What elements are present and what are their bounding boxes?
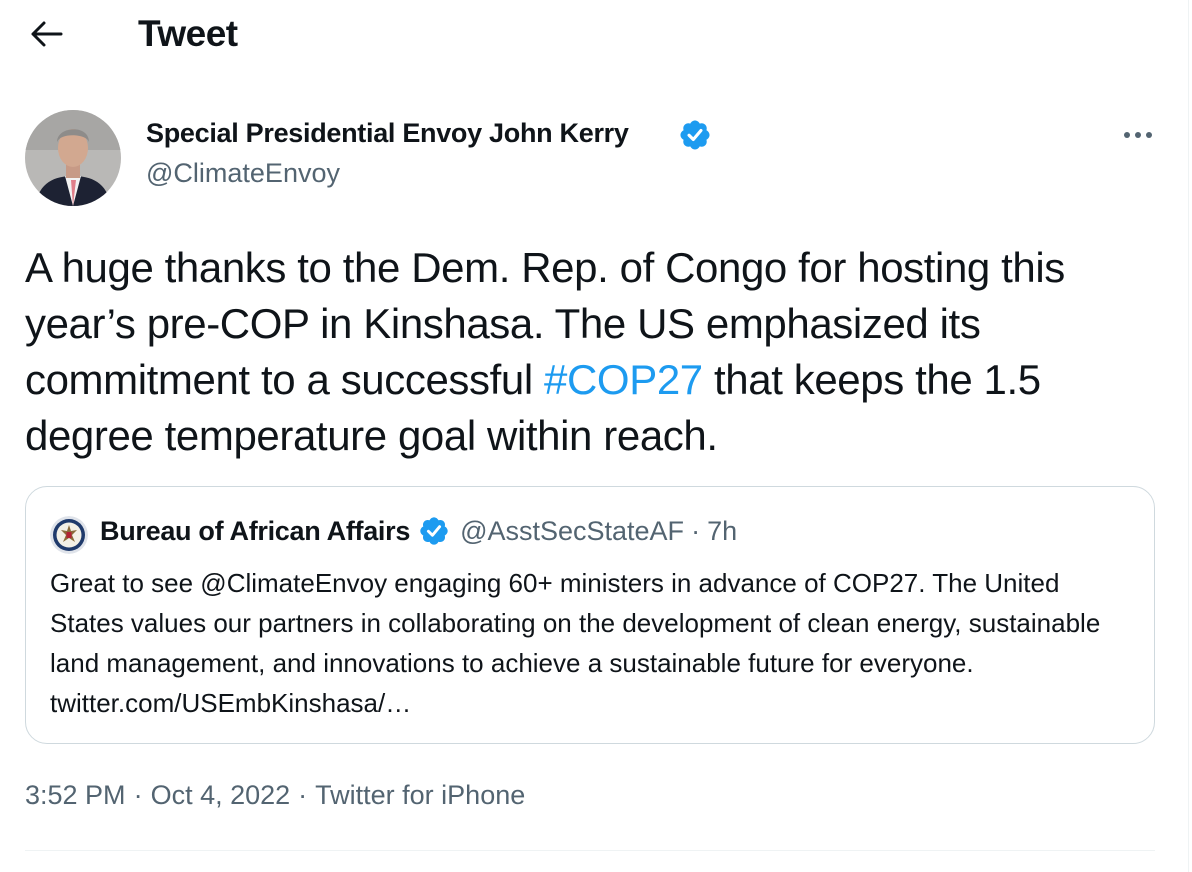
tweet-metadata: 3:52 PM · Oct 4, 2022 · Twitter for iPhone [25, 780, 525, 811]
tweet-text: A huge thanks to the Dem. Rep. of Congo … [25, 240, 1165, 464]
tweet-date[interactable]: Oct 4, 2022 [151, 780, 291, 810]
arrow-left-icon [31, 21, 63, 47]
quote-avatar[interactable] [50, 516, 88, 554]
more-options-button[interactable] [1118, 120, 1158, 150]
back-button[interactable] [28, 20, 64, 48]
author-handle[interactable]: @ClimateEnvoy [146, 158, 340, 189]
separator-dot: · [133, 780, 143, 810]
tweet-source[interactable]: Twitter for iPhone [315, 780, 525, 810]
column-border [1188, 0, 1189, 872]
quote-author-name[interactable]: Bureau of African Affairs [100, 516, 410, 547]
tweet-time[interactable]: 3:52 PM [25, 780, 126, 810]
more-horizontal-icon [1124, 132, 1152, 138]
quote-author-handle[interactable]: @AsstSecStateAF [460, 516, 684, 547]
quote-timestamp[interactable]: 7h [707, 516, 737, 547]
tweet-header: Tweet [0, 0, 1188, 70]
hashtag-link[interactable]: #COP27 [544, 356, 703, 403]
verified-badge-icon [680, 120, 710, 150]
divider [25, 850, 1155, 851]
separator-dot: · [691, 515, 701, 546]
quote-header: Bureau of African Affairs @AsstSecStateA… [100, 515, 737, 547]
page-title: Tweet [138, 13, 238, 54]
separator-dot: · [298, 780, 308, 810]
quoted-tweet-card[interactable]: Bureau of African Affairs @AsstSecStateA… [25, 486, 1155, 744]
author-avatar[interactable] [25, 110, 121, 206]
author-name[interactable]: Special Presidential Envoy John Kerry [146, 118, 629, 149]
verified-badge-icon [420, 517, 448, 545]
quote-text: Great to see @ClimateEnvoy engaging 60+ … [50, 568, 1101, 718]
